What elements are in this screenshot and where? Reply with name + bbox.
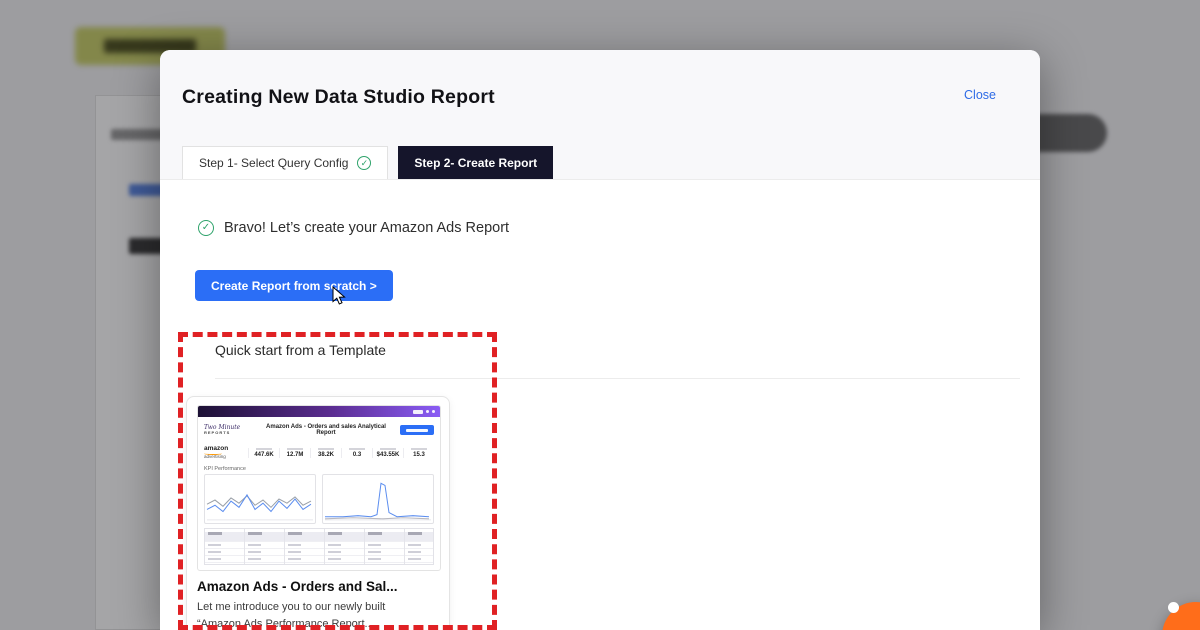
preview-table-row bbox=[205, 562, 433, 565]
preview-metric: 447.6K bbox=[248, 448, 279, 458]
modal-title: Creating New Data Studio Report bbox=[182, 86, 495, 109]
create-report-modal: Creating New Data Studio Report Close St… bbox=[160, 50, 1040, 630]
preview-data-table bbox=[204, 528, 434, 565]
preview-metric: 12.7M bbox=[279, 448, 310, 458]
preview-table-header bbox=[205, 532, 433, 541]
preview-browser-bar bbox=[198, 406, 440, 417]
preview-metric: $43.55K bbox=[372, 448, 403, 458]
preview-chart-left bbox=[204, 474, 316, 524]
template-preview-image: Two Minute REPORTS Amazon Ads - Orders a… bbox=[197, 405, 441, 571]
preview-chart-right bbox=[322, 474, 434, 524]
template-section-heading: Quick start from a Template bbox=[215, 342, 386, 358]
preview-table-row bbox=[205, 548, 433, 555]
preview-metric: 38.2K bbox=[310, 448, 341, 458]
preview-report: Two Minute REPORTS Amazon Ads - Orders a… bbox=[198, 417, 440, 569]
template-card-description: Let me introduce you to our newly built … bbox=[197, 599, 439, 630]
preview-cta-label-placeholder bbox=[406, 429, 428, 432]
preview-metric: 15.3 bbox=[403, 448, 434, 458]
preview-table-row bbox=[205, 541, 433, 548]
template-card[interactable]: Two Minute REPORTS Amazon Ads - Orders a… bbox=[186, 396, 450, 630]
success-check-icon: ✓ bbox=[198, 220, 214, 236]
step-complete-check-icon: ✓ bbox=[357, 156, 371, 170]
chat-widget-button[interactable] bbox=[1162, 602, 1200, 630]
section-divider bbox=[215, 378, 1020, 379]
preview-window-dot bbox=[426, 410, 429, 413]
preview-metrics-row: amazon advertising 447.6K 12.7M bbox=[204, 442, 434, 463]
close-button[interactable]: Close bbox=[964, 88, 996, 102]
tab-step2-create-report[interactable]: Step 2- Create Report bbox=[398, 146, 553, 179]
modal-header: Creating New Data Studio Report Close St… bbox=[160, 50, 1040, 180]
success-message: Bravo! Let’s create your Amazon Ads Repo… bbox=[224, 220, 509, 236]
preview-header-row: Two Minute REPORTS Amazon Ads - Orders a… bbox=[204, 421, 434, 439]
preview-cta-button bbox=[400, 425, 434, 435]
preview-window-dot bbox=[432, 410, 435, 413]
create-report-from-scratch-button[interactable]: Create Report from scratch > bbox=[195, 270, 393, 301]
modal-body: ✓ Bravo! Let’s create your Amazon Ads Re… bbox=[160, 180, 1040, 630]
screen: Creating New Data Studio Report Close St… bbox=[0, 0, 1200, 630]
chat-notification-dot bbox=[1168, 602, 1179, 613]
preview-window-control bbox=[413, 410, 423, 414]
template-card-title: Amazon Ads - Orders and Sal... bbox=[197, 579, 439, 594]
preview-charts-row bbox=[204, 474, 434, 524]
tab-step1-select-query-config[interactable]: Step 1- Select Query Config ✓ bbox=[182, 146, 388, 179]
amazon-advertising-logo: amazon advertising bbox=[204, 445, 248, 459]
preview-kpi-section-title: KPI Performance bbox=[204, 466, 434, 472]
tab-step1-label: Step 1- Select Query Config bbox=[199, 156, 348, 170]
preview-brand-logo: Two Minute REPORTS bbox=[204, 425, 252, 435]
preview-table-row bbox=[205, 555, 433, 562]
preview-metric: 0.3 bbox=[341, 448, 372, 458]
tab-step2-label: Step 2- Create Report bbox=[414, 156, 537, 170]
step-tabs: Step 1- Select Query Config ✓ Step 2- Cr… bbox=[182, 146, 553, 179]
success-message-row: ✓ Bravo! Let’s create your Amazon Ads Re… bbox=[198, 220, 509, 236]
preview-report-title: Amazon Ads - Orders and sales Analytical… bbox=[252, 424, 400, 436]
